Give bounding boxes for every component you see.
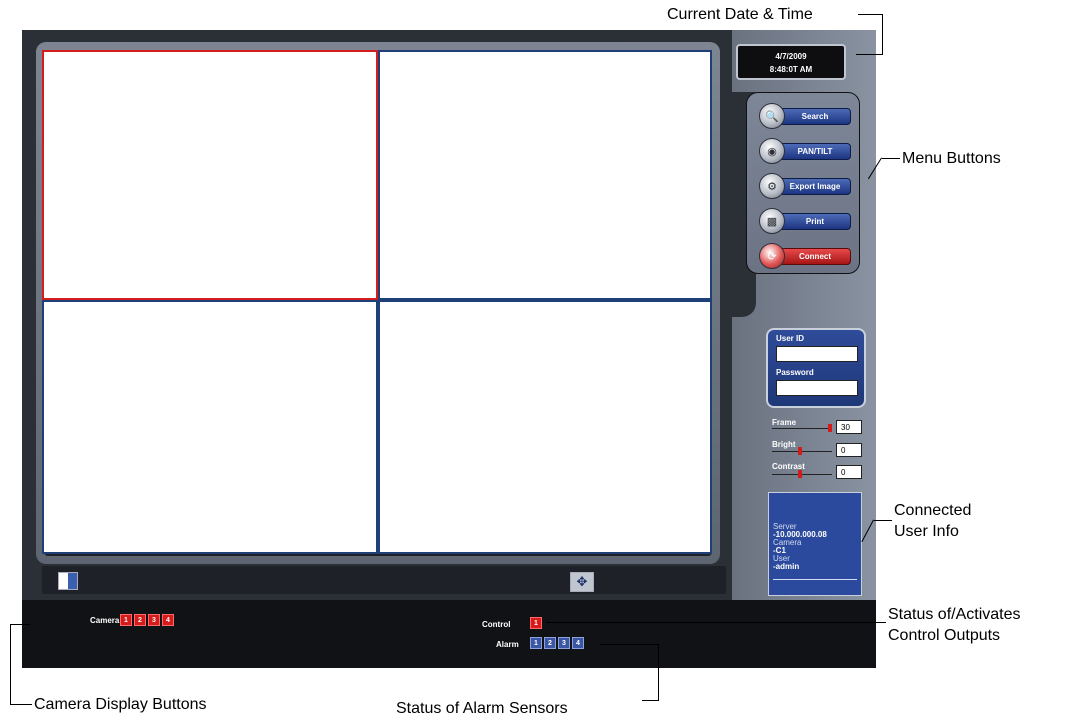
connected-info-callout-line1: Connected bbox=[894, 502, 972, 519]
bright-value[interactable]: 0 bbox=[836, 443, 862, 457]
camera-icon: ◉ bbox=[759, 138, 785, 164]
bright-slider[interactable] bbox=[772, 451, 832, 452]
datetime-callout: Current Date & Time bbox=[667, 6, 813, 23]
callout-line bbox=[858, 14, 882, 15]
camera-button-2[interactable]: 2 bbox=[134, 614, 146, 626]
callout-line bbox=[856, 54, 883, 55]
print-menu-item[interactable]: Print ▩ bbox=[759, 208, 855, 234]
frame-value[interactable]: 30 bbox=[836, 420, 862, 434]
layout-icon[interactable] bbox=[58, 572, 78, 590]
control-outputs-callout: Status of/Activates Control Outputs bbox=[888, 604, 1021, 646]
connected-info-callout-line2: User Info bbox=[894, 523, 959, 540]
search-menu-item[interactable]: Search 🔍 bbox=[759, 103, 855, 129]
callout-line bbox=[10, 624, 11, 704]
export-image-button[interactable]: Export Image bbox=[779, 178, 851, 195]
connect-button[interactable]: Connect bbox=[779, 248, 851, 265]
bright-label: Bright bbox=[772, 440, 796, 449]
divider bbox=[773, 579, 857, 580]
bright-slider-thumb[interactable] bbox=[798, 447, 802, 455]
camera-label: Camera bbox=[773, 538, 802, 547]
frame-slider-thumb[interactable] bbox=[828, 424, 832, 432]
user-value: -admin bbox=[773, 562, 800, 571]
film-icon: ⚙ bbox=[759, 173, 785, 199]
control-outputs-callout-line1: Status of/Activates bbox=[888, 606, 1021, 623]
control-outputs-callout-line2: Control Outputs bbox=[888, 627, 1001, 644]
camera-view-4[interactable] bbox=[378, 300, 712, 554]
camera-view-2[interactable] bbox=[378, 50, 712, 300]
video-toolbar bbox=[42, 566, 726, 594]
connect-menu-item[interactable]: Connect ⟳ bbox=[759, 243, 855, 269]
pan-tilt-menu-item[interactable]: PAN/TILT ◉ bbox=[759, 138, 855, 164]
callout-line bbox=[600, 644, 658, 645]
camera-status-label: Camera bbox=[90, 616, 120, 625]
alarm-status-label: Alarm bbox=[496, 640, 519, 649]
camera-view-1[interactable] bbox=[42, 50, 378, 300]
contrast-slider[interactable] bbox=[772, 474, 832, 475]
frame-slider[interactable] bbox=[772, 428, 832, 429]
alarm-indicator-1: 1 bbox=[530, 637, 542, 649]
callout-line bbox=[882, 158, 900, 159]
callout-line bbox=[10, 704, 32, 705]
camera-button-4[interactable]: 4 bbox=[162, 614, 174, 626]
callout-line bbox=[10, 624, 30, 625]
current-time: 8:48:0T AM bbox=[769, 65, 813, 74]
callout-line bbox=[882, 14, 883, 54]
callout-line bbox=[642, 700, 659, 701]
control-status-label: Control bbox=[482, 620, 511, 629]
connected-info-callout: Connected User Info bbox=[894, 500, 971, 542]
password-input[interactable] bbox=[776, 380, 858, 396]
contrast-slider-thumb[interactable] bbox=[798, 470, 802, 478]
datetime-display: 4/7/2009 8:48:0T AM bbox=[736, 44, 846, 80]
alarm-indicator-4: 4 bbox=[572, 637, 584, 649]
search-button[interactable]: Search bbox=[779, 108, 851, 125]
menu-buttons-panel: Search 🔍 PAN/TILT ◉ Export Image ⚙ Print… bbox=[746, 92, 860, 274]
password-label: Password bbox=[776, 368, 814, 377]
move-icon[interactable]: ✥ bbox=[570, 572, 594, 592]
pan-tilt-button[interactable]: PAN/TILT bbox=[779, 143, 851, 160]
user-id-input[interactable] bbox=[776, 346, 858, 362]
login-panel: User ID Password bbox=[766, 328, 866, 408]
status-bar bbox=[22, 600, 876, 668]
camera-view-3[interactable] bbox=[42, 300, 378, 554]
camera-button-3[interactable]: 3 bbox=[148, 614, 160, 626]
frame-label: Frame bbox=[772, 418, 797, 427]
contrast-value[interactable]: 0 bbox=[836, 465, 862, 479]
control-button-1[interactable]: 1 bbox=[530, 617, 542, 629]
camera-display-callout: Camera Display Buttons bbox=[34, 696, 207, 713]
connected-user-info: Server -10.000.000.08 Camera -C1 User -a… bbox=[768, 492, 862, 596]
menu-buttons-callout: Menu Buttons bbox=[902, 150, 1001, 167]
refresh-icon: ⟳ bbox=[759, 243, 785, 269]
callout-line bbox=[874, 520, 892, 521]
callout-line bbox=[658, 644, 659, 700]
export-image-menu-item[interactable]: Export Image ⚙ bbox=[759, 173, 855, 199]
print-button[interactable]: Print bbox=[779, 213, 851, 230]
magnifier-icon: 🔍 bbox=[759, 103, 785, 129]
callout-line bbox=[546, 622, 886, 623]
alarm-indicator-3: 3 bbox=[558, 637, 570, 649]
alarm-indicator-2: 2 bbox=[544, 637, 556, 649]
user-id-label: User ID bbox=[776, 334, 805, 343]
printer-icon: ▩ bbox=[759, 208, 785, 234]
current-date: 4/7/2009 bbox=[775, 52, 807, 61]
camera-button-1[interactable]: 1 bbox=[120, 614, 132, 626]
